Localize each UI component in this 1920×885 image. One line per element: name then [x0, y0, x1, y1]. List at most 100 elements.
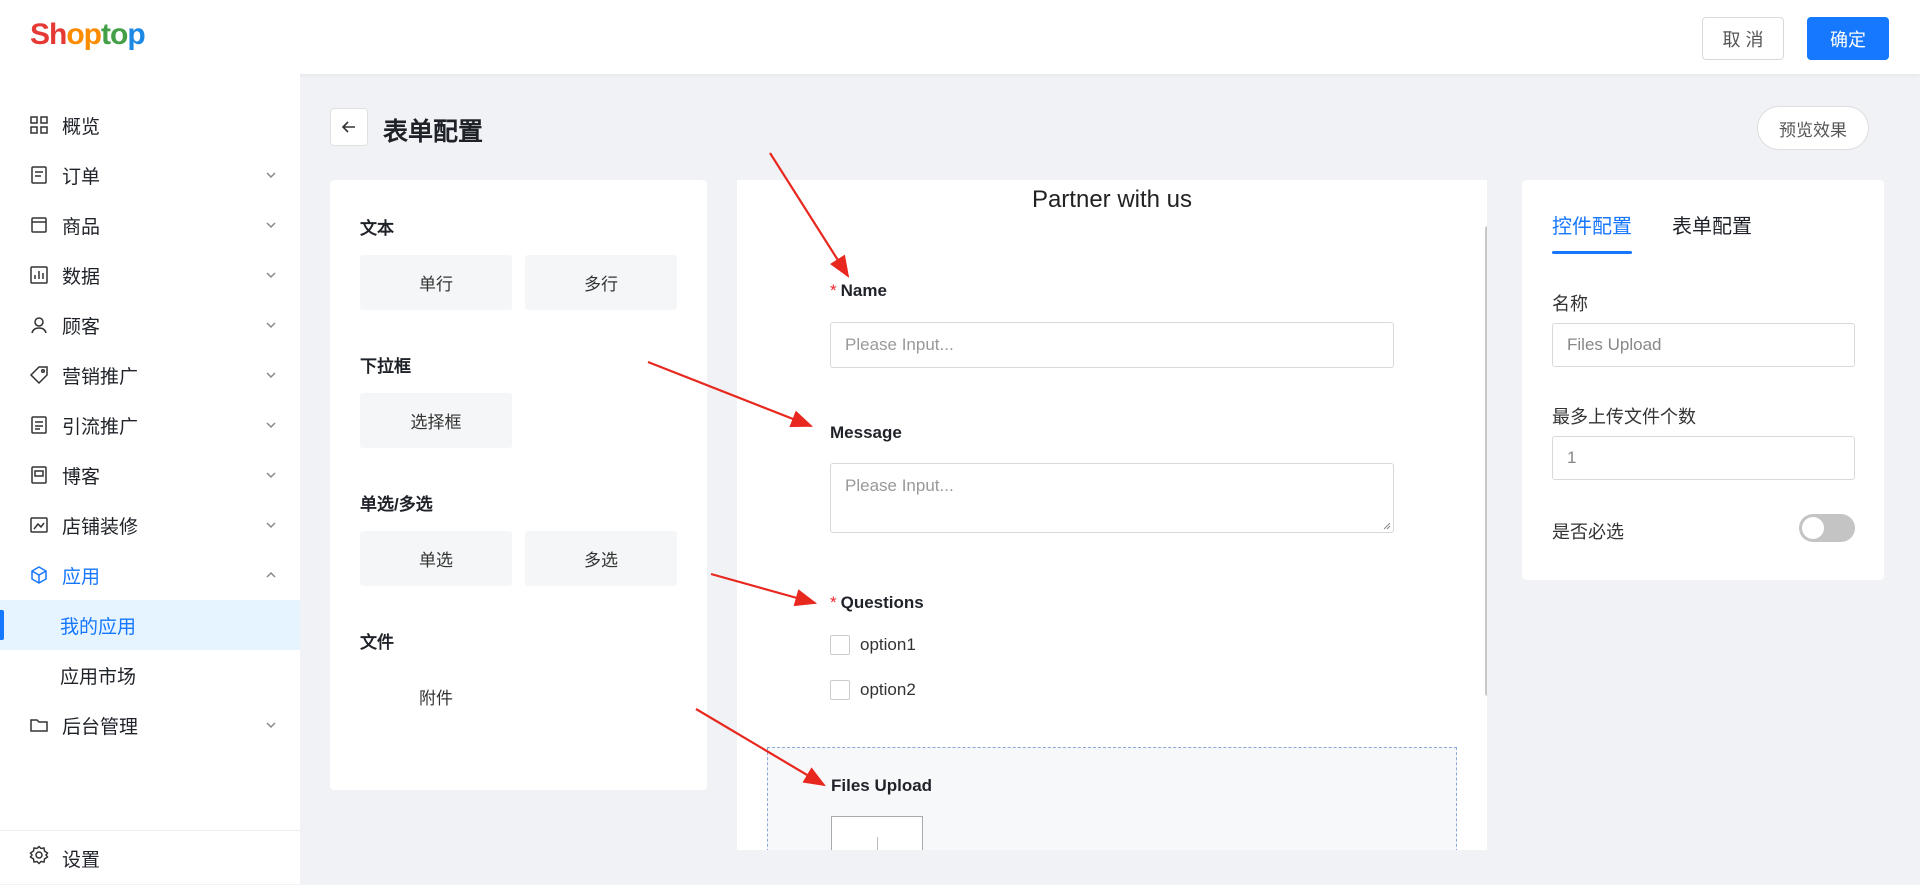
sidebar-item-label: 应用: [62, 566, 101, 588]
blog-icon: [29, 465, 49, 485]
palette-single-line-button[interactable]: 单行: [360, 255, 512, 310]
canvas-scrollbar[interactable]: [1485, 226, 1487, 696]
palette-group-title: 下拉框: [360, 357, 411, 376]
option-label: option1: [860, 635, 916, 654]
questions-label-text: Questions: [840, 593, 924, 612]
sidebar-subitem-label: 应用市场: [60, 666, 137, 688]
product-icon: [29, 215, 49, 235]
sidebar-item-label: 数据: [62, 266, 101, 288]
component-palette: 文本 单行 多行 下拉框 选择框 单选/多选 单选 多选 文件 附件: [330, 180, 707, 790]
sidebar-item-blog[interactable]: 博客: [0, 450, 300, 500]
form-canvas: Partner with us * Name Please Input... Me…: [737, 180, 1487, 850]
message-textarea[interactable]: Please Input...: [830, 463, 1394, 533]
option-checkbox[interactable]: option1: [830, 635, 916, 655]
required-mark: *: [830, 593, 837, 612]
resize-handle-icon[interactable]: [1381, 520, 1391, 530]
sidebar-item-store-design[interactable]: 店铺装修: [0, 500, 300, 550]
sidebar: 概览 订单 商品 数据 顾客 营销推广 引流推广 博客 店铺装修 应用 我的应用…: [0, 74, 300, 884]
chevron-down-icon: [266, 372, 276, 379]
checkbox[interactable]: [830, 635, 850, 655]
cancel-button[interactable]: 取 消: [1702, 17, 1784, 60]
chevron-down-icon: [266, 272, 276, 279]
chevron-down-icon: [266, 172, 276, 179]
sidebar-item-orders[interactable]: 订单: [0, 150, 300, 200]
sidebar-subitem-app-market[interactable]: 应用市场: [0, 650, 300, 700]
user-icon: [29, 315, 49, 335]
sidebar-item-label: 博客: [62, 466, 101, 488]
sidebar-item-label: 顾客: [62, 316, 101, 338]
chevron-down-icon: [266, 522, 276, 529]
name-field-label: * Name: [830, 281, 887, 301]
max-files-input[interactable]: 1: [1552, 436, 1855, 480]
config-panel: 控件配置 表单配置 名称 Files Upload 最多上传文件个数 1 是否必…: [1522, 180, 1884, 580]
palette-group-title: 文本: [360, 219, 394, 238]
sidebar-item-label: 后台管理: [62, 716, 139, 738]
message-placeholder: Please Input...: [845, 476, 954, 495]
files-upload-field[interactable]: Files Upload: [767, 747, 1457, 850]
logo-part: to: [101, 18, 128, 51]
name-label-text: Name: [840, 281, 887, 300]
logo-part: Sh: [30, 18, 67, 51]
confirm-button[interactable]: 确定: [1807, 17, 1889, 60]
chevron-down-icon: [266, 422, 276, 429]
palette-attachment-button[interactable]: 附件: [360, 669, 512, 724]
sidebar-item-settings[interactable]: 设置: [0, 830, 300, 885]
palette-radio-button[interactable]: 单选: [360, 531, 512, 586]
chart-icon: [29, 265, 49, 285]
upload-dropzone[interactable]: [831, 816, 923, 850]
page-title: 表单配置: [383, 118, 484, 146]
message-field-label: Message: [830, 423, 902, 442]
order-icon: [29, 165, 49, 185]
sidebar-item-label: 设置: [62, 849, 101, 871]
palette-multi-line-button[interactable]: 多行: [525, 255, 677, 310]
logo-part: p: [127, 18, 145, 51]
name-config-label: 名称: [1552, 294, 1588, 314]
sidebar-item-overview[interactable]: 概览: [0, 100, 300, 150]
folder-icon: [29, 715, 49, 735]
name-config-input[interactable]: Files Upload: [1552, 323, 1855, 367]
sidebar-item-label: 订单: [62, 166, 101, 188]
required-toggle[interactable]: [1799, 514, 1855, 542]
preview-button[interactable]: 预览效果: [1757, 106, 1869, 150]
toggle-knob: [1802, 517, 1824, 539]
chevron-down-icon: [266, 222, 276, 229]
tab-form-config[interactable]: 表单配置: [1672, 210, 1752, 239]
checkbox[interactable]: [830, 680, 850, 700]
palette-group-title: 单选/多选: [360, 495, 433, 514]
questions-field-label: * Questions: [830, 593, 924, 613]
max-files-label: 最多上传文件个数: [1552, 407, 1696, 427]
sidebar-item-label: 概览: [62, 116, 101, 138]
sidebar-item-traffic[interactable]: 引流推广: [0, 400, 300, 450]
palette-select-button[interactable]: 选择框: [360, 393, 512, 448]
sidebar-item-label: 营销推广: [62, 366, 139, 388]
sidebar-item-data[interactable]: 数据: [0, 250, 300, 300]
document-icon: [29, 415, 49, 435]
back-button[interactable]: [330, 108, 368, 146]
active-tab-indicator: [1552, 251, 1632, 254]
chevron-down-icon: [266, 722, 276, 729]
sidebar-item-marketing[interactable]: 营销推广: [0, 350, 300, 400]
store-icon: [29, 515, 49, 535]
sidebar-item-label: 商品: [62, 216, 101, 238]
sidebar-subitem-my-apps[interactable]: 我的应用: [0, 600, 300, 650]
dashboard-icon: [29, 115, 49, 135]
shoptop-logo[interactable]: Shoptop: [30, 18, 146, 52]
option-label: option2: [860, 680, 916, 699]
arrow-left-icon: [341, 121, 355, 133]
top-bar: Shoptop 取 消 确定: [0, 0, 1920, 74]
form-title: Partner with us: [1031, 186, 1193, 213]
tab-control-config[interactable]: 控件配置: [1552, 210, 1632, 239]
sidebar-item-products[interactable]: 商品: [0, 200, 300, 250]
required-mark: *: [830, 281, 837, 300]
palette-checkbox-button[interactable]: 多选: [525, 531, 677, 586]
sidebar-subitem-label: 我的应用: [60, 616, 137, 638]
option-checkbox[interactable]: option2: [830, 680, 916, 700]
sidebar-item-label: 店铺装修: [62, 516, 139, 538]
sidebar-item-customers[interactable]: 顾客: [0, 300, 300, 350]
name-input[interactable]: Please Input...: [830, 322, 1394, 368]
chevron-up-icon: [266, 571, 276, 578]
sidebar-item-admin[interactable]: 后台管理: [0, 700, 300, 750]
sidebar-item-apps[interactable]: 应用: [0, 550, 300, 600]
logo-part: op: [66, 18, 102, 51]
gear-icon: [29, 845, 49, 871]
